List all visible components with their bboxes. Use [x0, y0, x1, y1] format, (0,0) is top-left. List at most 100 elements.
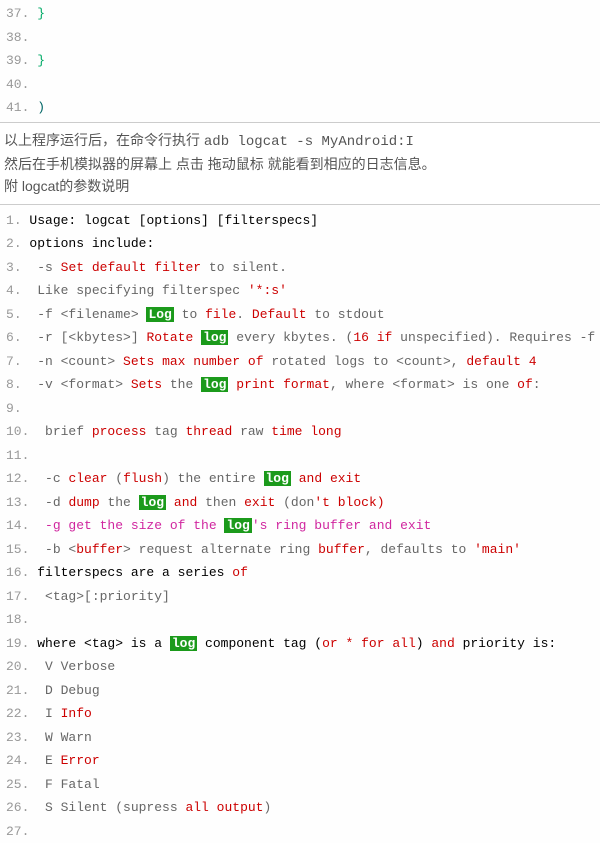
code-token: Usage: logcat [options] [filterspecs] [29, 213, 318, 228]
code-line: filterspecs are a series of [0, 561, 600, 585]
code-token: D Debug [37, 683, 99, 698]
code-token: the [100, 495, 139, 510]
code-line: S Silent (supress all output) [0, 796, 600, 820]
code-token: s ring buffer and exit [260, 518, 432, 533]
code-token [193, 330, 201, 345]
desc-line-3: 附 logcat的参数说明 [4, 175, 596, 197]
code-token: of [232, 565, 248, 580]
code-token: of [517, 377, 533, 392]
code-line [0, 397, 600, 421]
code-token [154, 354, 162, 369]
code-token: -r [<kbytes>] [29, 330, 146, 345]
code-token: log [170, 636, 197, 651]
code-token: all [392, 636, 415, 651]
code-token: of [248, 354, 264, 369]
code-token [353, 636, 361, 651]
code-token: ) the entire [162, 471, 263, 486]
top-code-block: } } ) [0, 0, 600, 123]
code-token: to silent. [201, 260, 287, 275]
code-token: to stdout [307, 307, 385, 322]
top-code-lines: } } ) [0, 2, 600, 120]
code-token: , defaults to [365, 542, 474, 557]
code-line: -f <filename> Log to file. Default to st… [0, 303, 600, 327]
code-line: E Error [0, 749, 600, 773]
code-token [240, 354, 248, 369]
code-token: flush [123, 471, 162, 486]
code-token: all [185, 800, 208, 815]
code-token: > request alternate ring [123, 542, 318, 557]
code-token: raw [232, 424, 271, 439]
code-token: to [174, 307, 205, 322]
code-token: ) [416, 636, 432, 651]
code-token: F Fatal [37, 777, 99, 792]
code-token: . [236, 307, 252, 322]
desc-line-1: 以上程序运行后，在命令行执行 adb logcat -s MyAndroid:I [4, 129, 596, 153]
code-token [29, 401, 37, 416]
code-token: and [174, 495, 197, 510]
code-token [166, 495, 174, 510]
code-line: -g get the size of the log's ring buffer… [0, 514, 600, 538]
code-line [0, 26, 600, 50]
code-token: filter [154, 260, 201, 275]
code-token: W Warn [37, 730, 92, 745]
code-token: V Verbose [37, 659, 115, 674]
code-line: I Info [0, 702, 600, 726]
code-token: exit [330, 471, 361, 486]
code-token: (don [275, 495, 314, 510]
code-token: time [271, 424, 302, 439]
code-token: ( [107, 471, 123, 486]
code-token: E [37, 753, 60, 768]
code-line: -v <format> Sets the log print format, w… [0, 373, 600, 397]
code-token: log [201, 330, 228, 345]
code-token: buffer [76, 542, 123, 557]
code-token: S Silent (supress [37, 800, 185, 815]
code-line: options include: [0, 232, 600, 256]
code-token: tag [146, 424, 185, 439]
help-block: Usage: logcat [options] [filterspecs] opt… [0, 205, 600, 843]
code-token [338, 636, 346, 651]
code-token: Error [61, 753, 100, 768]
description-block: 以上程序运行后，在命令行执行 adb logcat -s MyAndroid:I… [0, 123, 600, 205]
code-token: 16 [353, 330, 369, 345]
code-token: default [466, 354, 521, 369]
code-token: buffer [318, 542, 365, 557]
code-token: options include: [29, 236, 154, 251]
code-token: exit [244, 495, 275, 510]
code-token [322, 471, 330, 486]
code-line: Like specifying filterspec '*:s' [0, 279, 600, 303]
code-token: where <tag> is a [37, 636, 170, 651]
code-token: } [37, 53, 45, 68]
code-token: format [283, 377, 330, 392]
code-token [209, 800, 217, 815]
code-token: and [431, 636, 454, 651]
code-token: filterspecs are a series [37, 565, 232, 580]
code-token: dump [68, 495, 99, 510]
code-token: Log [146, 307, 173, 322]
code-token: log [201, 377, 228, 392]
code-token: print [236, 377, 275, 392]
code-token: '*:s' [248, 283, 287, 298]
code-token: Info [61, 706, 92, 721]
code-token: priority is: [455, 636, 556, 651]
code-token [291, 471, 299, 486]
code-token: Rotate [146, 330, 193, 345]
code-token [37, 77, 45, 92]
desc-adb-cmd: adb logcat -s MyAndroid:I [204, 134, 414, 150]
code-token: Like specifying filterspec [29, 283, 247, 298]
code-line [0, 73, 600, 97]
code-token: <tag>[:priority] [37, 589, 170, 604]
code-line: -n <count> Sets max number of rotated lo… [0, 350, 600, 374]
code-token: then [197, 495, 244, 510]
code-token: max [162, 354, 185, 369]
code-line [0, 608, 600, 632]
code-token: -s [29, 260, 60, 275]
code-token [521, 354, 529, 369]
code-token: -v <format> [29, 377, 130, 392]
code-token: 4 [529, 354, 537, 369]
code-token [275, 377, 283, 392]
desc-line-1a: 以上程序运行后，在命令行执行 [4, 132, 204, 148]
code-token: ) [37, 100, 45, 115]
code-token: 't block) [314, 495, 384, 510]
code-token: file [205, 307, 236, 322]
code-token [369, 330, 377, 345]
